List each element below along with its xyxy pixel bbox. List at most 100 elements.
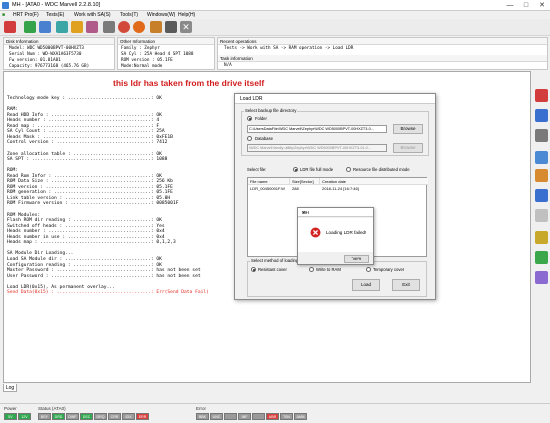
disk-model: Model: WDC WD5000BPVT-00HXZT3 (9, 46, 85, 51)
backup-group-label: Select backup file directory (244, 108, 298, 113)
log-line: Heads number : .........................… (7, 229, 165, 235)
log-line: ROM Data Size : ........................… (7, 179, 173, 185)
menu-tests[interactable]: Tests(E) (46, 12, 64, 18)
menu-tools[interactable]: Tools(T) (120, 12, 138, 18)
document-icon[interactable] (535, 169, 548, 182)
log-line: Switched off heads : ...................… (7, 223, 165, 229)
menu-windows[interactable]: Windows(W) (147, 12, 175, 18)
log-line: Control version : ......................… (7, 140, 168, 146)
message-close-icon[interactable]: ✕ (302, 210, 370, 216)
recent-ops-line: Tests -> Work with SA -> RAM operation -… (224, 46, 354, 51)
other-family: Family : Zephyr (121, 46, 160, 51)
file-row-size: 288 (292, 186, 299, 191)
chart-icon[interactable] (535, 271, 548, 284)
info-icon[interactable] (535, 151, 548, 164)
tools-icon[interactable] (86, 21, 98, 33)
tools-side-icon[interactable] (535, 209, 548, 222)
log-line: Zone allocation table : ................… (7, 151, 162, 157)
stop-icon[interactable] (39, 21, 51, 33)
power-5v-indicator: 5V (4, 413, 17, 420)
col-creation-date[interactable]: Creation date (320, 178, 428, 185)
load-icon[interactable] (71, 21, 83, 33)
recent-ops-panel: Recent operations Tests -> Work with SA … (217, 37, 548, 70)
disk-capacity: Capacity: 976773168 (465.76 GB) (9, 64, 90, 69)
toolbar: ✕ (0, 19, 550, 36)
minimize-button[interactable]: — (502, 1, 518, 10)
log-line: Heads map : ............................… (7, 240, 176, 246)
resource-mode-radio[interactable] (346, 167, 351, 172)
menu-work-with-sa[interactable]: Work with SA(S) (74, 12, 111, 18)
message-titlebar: MH ✕ (298, 208, 373, 217)
maximize-button[interactable]: □ (518, 1, 534, 10)
status-indicator-idx: IDX (122, 413, 135, 420)
grid-icon[interactable] (165, 21, 177, 33)
database-radio[interactable] (247, 136, 252, 141)
close-x-icon[interactable]: ✕ (180, 21, 192, 33)
other-mode: Mode:Normal mode (121, 64, 163, 69)
exit-button[interactable]: Exit (392, 279, 420, 291)
redo-icon[interactable] (535, 109, 548, 122)
temporary-cover-radio[interactable] (366, 267, 371, 272)
error-indicator-empty-2 (224, 413, 237, 420)
undo-icon[interactable] (535, 89, 548, 102)
hrt-icon[interactable] (4, 21, 16, 33)
log-line: Heads number in use : ..................… (7, 234, 165, 240)
load-ldr-titlebar: Load LDR (235, 94, 435, 104)
write-ram-label: Write to RAM (316, 267, 341, 272)
error-indicator-inf: INF (238, 413, 251, 420)
ok-button[interactable]: אישור (344, 255, 369, 263)
load-button[interactable]: Load (352, 279, 380, 291)
firefox-icon[interactable] (118, 21, 130, 33)
task-info-line: N/A (224, 63, 232, 68)
database-path-input[interactable]: \WDC Marvell family utility\Zephyr\WDC W… (247, 144, 387, 152)
col-file-name[interactable]: File name (248, 178, 290, 185)
help-icon[interactable] (535, 189, 548, 202)
status-indicator-dwf: DWF (66, 413, 79, 420)
folder-radio[interactable] (247, 116, 252, 121)
log-line: Load SA Module dir : ...................… (7, 256, 162, 262)
error-indicator-bbk: BBK (196, 413, 209, 420)
menu-hrt-pro[interactable]: HRT Pro(F) (13, 12, 39, 18)
status-indicator-crr: CRR (108, 413, 121, 420)
close-button[interactable]: ✕ (534, 1, 550, 10)
browse-folder-button[interactable]: Browse (393, 124, 423, 134)
find-icon[interactable] (535, 129, 548, 142)
start-icon[interactable] (24, 21, 36, 33)
log-line: RAM: (7, 107, 19, 113)
menu-help[interactable]: Help(H) (178, 12, 195, 18)
copy-icon[interactable] (56, 21, 68, 33)
log-line: Read HDD Info : ........................… (7, 112, 162, 118)
error-indicator-unc: UNC (210, 413, 223, 420)
resource-mode-label: Resource file distributed mode (353, 167, 410, 172)
col-size[interactable]: Size[Sector] (290, 178, 320, 185)
folder-icon[interactable] (150, 21, 162, 33)
log-line: Send Data(0x15) : ......................… (7, 290, 209, 296)
error-indicator-abr: ABR (266, 413, 279, 420)
log-line: ROM Firmware version : .................… (7, 201, 179, 207)
load-ldr-dialog: Load LDR Select backup file directory Fo… (234, 93, 436, 300)
full-mode-radio[interactable] (293, 167, 298, 172)
shield-icon[interactable] (535, 251, 548, 264)
log-line: Master Password : ......................… (7, 268, 201, 274)
file-row-name[interactable]: LDR_00450001F.W (248, 186, 285, 192)
puzzle-icon[interactable] (535, 231, 548, 244)
other-rom-version: ROM version : 05.1FE (121, 58, 173, 63)
file-row-date: 2018-11-24 [16:7:46] (322, 186, 359, 191)
other-info-panel: Other Information Family : Zephyr SA Cyl… (117, 37, 215, 70)
log-line: SA Module Dir Loading... (7, 251, 74, 257)
log-line: ROM: (7, 168, 19, 174)
error-message-box: MH ✕ Loading LDR failed! אישור (297, 207, 374, 265)
print-icon[interactable] (103, 21, 115, 33)
other-sa-cyl: SA Cyl : 25A Head 4 SPT 1088 (121, 52, 194, 57)
browse-database-button[interactable]: Browse (393, 143, 423, 153)
method-group-label: Select method of loading (250, 258, 300, 263)
globe-icon[interactable] (133, 21, 145, 33)
tab-log[interactable]: Log (3, 384, 17, 392)
folder-radio-label: Folder (255, 116, 267, 121)
folder-path-input[interactable]: C:\UsersDataFile\WDC Marvell\Zephyr\WDC … (247, 125, 387, 133)
annotation-text: this ldr has taken from the drive itself (113, 78, 265, 88)
status-bar: Power 5V 12V Status (ATA0) Error BSY DRD D… (0, 403, 550, 423)
write-ram-radio[interactable] (309, 267, 314, 272)
resistant-cover-radio[interactable] (251, 267, 256, 272)
status-indicator-drq: DRQ (94, 413, 107, 420)
